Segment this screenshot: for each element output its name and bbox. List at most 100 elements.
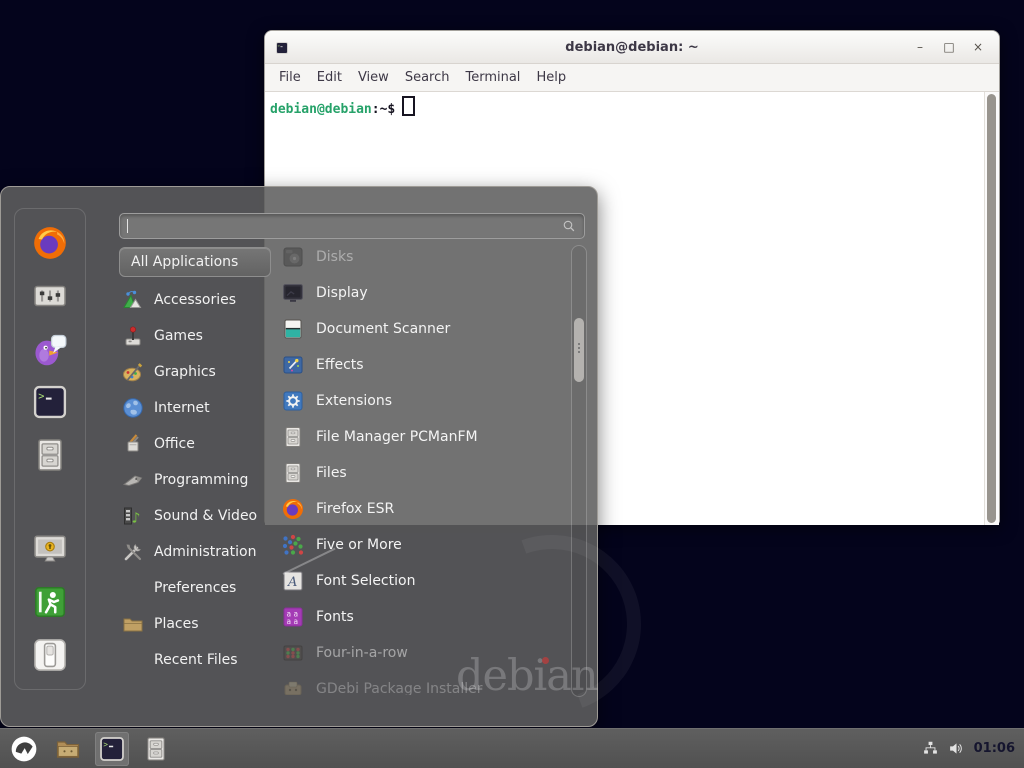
cat-programming-icon bbox=[121, 468, 145, 492]
cat-accessories-icon bbox=[121, 288, 145, 312]
taskbar-button-file-manager[interactable] bbox=[51, 732, 85, 766]
pidgin-icon bbox=[31, 330, 69, 368]
app-item[interactable]: Four-in-a-row bbox=[281, 635, 565, 671]
window-title: debian@debian: ~ bbox=[265, 40, 999, 55]
search-bar[interactable] bbox=[119, 213, 585, 239]
app-label: File Manager PCManFM bbox=[316, 429, 478, 445]
menu-scrollbar-thumb[interactable] bbox=[574, 318, 584, 382]
menubar-item[interactable]: View bbox=[350, 67, 397, 88]
menu-scrollbar[interactable] bbox=[571, 245, 587, 697]
terminal-menubar: FileEditViewSearchTerminalHelp bbox=[265, 64, 999, 92]
category-item[interactable]: Internet bbox=[119, 390, 271, 426]
favorite-button-terminal[interactable]: > bbox=[31, 383, 69, 421]
category-list: All Applications AccessoriesGamesGraphics… bbox=[119, 247, 271, 678]
disks-icon bbox=[281, 245, 305, 269]
fonts-icon: a aa a bbox=[281, 605, 305, 629]
category-item[interactable]: Office bbox=[119, 426, 271, 462]
app-item[interactable]: Display bbox=[281, 275, 565, 311]
file-cabinet-icon bbox=[281, 425, 305, 449]
firefox-icon bbox=[31, 224, 69, 262]
app-item[interactable]: Firefox ESR bbox=[281, 491, 565, 527]
svg-text:♪: ♪ bbox=[132, 511, 141, 527]
menubar-item[interactable]: Edit bbox=[309, 67, 350, 88]
terminal-scrollbar-thumb[interactable] bbox=[987, 94, 996, 523]
maximize-button[interactable]: □ bbox=[942, 31, 956, 63]
settings-panel-icon bbox=[31, 277, 69, 315]
category-label: All Applications bbox=[131, 254, 238, 270]
terminal-scrollbar[interactable] bbox=[984, 92, 999, 525]
app-label: Extensions bbox=[316, 393, 392, 409]
volume-icon[interactable] bbox=[948, 740, 965, 757]
favorites-sidebar: > bbox=[14, 208, 86, 690]
app-label: Effects bbox=[316, 357, 364, 373]
extensions-icon bbox=[281, 389, 305, 413]
cat-admin-icon bbox=[121, 540, 145, 564]
svg-text:>: > bbox=[38, 390, 44, 402]
app-item[interactable]: AFont Selection bbox=[281, 563, 565, 599]
category-item[interactable]: Accessories bbox=[119, 282, 271, 318]
app-item[interactable]: Disks bbox=[281, 239, 565, 275]
menubar-item[interactable]: Terminal bbox=[457, 67, 528, 88]
favorite-button-firefox[interactable] bbox=[31, 224, 69, 262]
search-input[interactable] bbox=[132, 218, 557, 235]
app-item[interactable]: Extensions bbox=[281, 383, 565, 419]
application-list: Disks Display Document Scanner Effects Exten… bbox=[281, 239, 565, 695]
network-icon[interactable] bbox=[922, 740, 939, 757]
app-label: Disks bbox=[316, 249, 353, 265]
app-item[interactable]: Files bbox=[281, 455, 565, 491]
taskbar-button-files[interactable] bbox=[139, 732, 173, 766]
menubar-item[interactable]: File bbox=[271, 67, 309, 88]
category-label: Recent Files bbox=[154, 652, 238, 668]
app-item[interactable]: Effects bbox=[281, 347, 565, 383]
logout-icon bbox=[31, 583, 69, 621]
favorite-button-settings[interactable] bbox=[31, 277, 69, 315]
category-item[interactable]: Games bbox=[119, 318, 271, 354]
app-item[interactable]: Five or More bbox=[281, 527, 565, 563]
category-label: Office bbox=[154, 436, 195, 452]
category-item[interactable]: Recent Files bbox=[119, 642, 271, 678]
menubar-item[interactable]: Help bbox=[528, 67, 574, 88]
app-item[interactable]: Document Scanner bbox=[281, 311, 565, 347]
category-item[interactable]: Graphics bbox=[119, 354, 271, 390]
firefox-icon bbox=[281, 497, 305, 521]
prompt-user: debian@debian bbox=[270, 102, 372, 117]
favorite-button-shutdown[interactable] bbox=[31, 636, 69, 674]
category-label: Internet bbox=[154, 400, 210, 416]
category-label: Sound & Video bbox=[154, 508, 257, 524]
scrollbar-grip bbox=[578, 347, 580, 349]
app-label: Document Scanner bbox=[316, 321, 450, 337]
taskbar-button-menu[interactable] bbox=[7, 732, 41, 766]
favorite-button-pidgin[interactable] bbox=[31, 330, 69, 368]
cat-office-icon bbox=[121, 432, 145, 456]
menubar-item[interactable]: Search bbox=[397, 67, 458, 88]
close-button[interactable]: × bbox=[971, 31, 985, 63]
display-icon bbox=[281, 281, 305, 305]
folder-icon bbox=[54, 735, 82, 763]
category-item[interactable]: Administration bbox=[119, 534, 271, 570]
app-label: Firefox ESR bbox=[316, 501, 394, 517]
favorite-button-logout[interactable] bbox=[31, 583, 69, 621]
category-item[interactable]: Places bbox=[119, 606, 271, 642]
app-item[interactable]: File Manager PCManFM bbox=[281, 419, 565, 455]
shell-prompt: debian@debian:~$ bbox=[270, 102, 395, 117]
category-label: Administration bbox=[154, 544, 256, 560]
clock[interactable]: 01:06 bbox=[974, 741, 1017, 756]
app-label: Files bbox=[316, 465, 347, 481]
favorite-button-lock-screen[interactable] bbox=[31, 530, 69, 568]
app-label: Display bbox=[316, 285, 368, 301]
svg-text:A: A bbox=[287, 575, 297, 590]
app-item[interactable]: a aa aFonts bbox=[281, 599, 565, 635]
app-item[interactable]: GDebi Package Installer bbox=[281, 671, 565, 695]
terminal-titlebar[interactable]: debian@debian: ~ > – □ × bbox=[265, 31, 999, 64]
category-item[interactable]: ♪ Sound & Video bbox=[119, 498, 271, 534]
gdebi-icon bbox=[281, 677, 305, 695]
category-item[interactable]: Preferences bbox=[119, 570, 271, 606]
system-tray: 01:06 bbox=[922, 740, 1017, 757]
minimize-button[interactable]: – bbox=[913, 31, 927, 63]
category-item[interactable]: Programming bbox=[119, 462, 271, 498]
four-in-a-row-icon bbox=[281, 641, 305, 665]
category-item[interactable]: All Applications bbox=[119, 247, 271, 277]
favorite-button-files[interactable] bbox=[31, 436, 69, 474]
menu-logo-icon bbox=[10, 735, 38, 763]
taskbar-button-terminal[interactable]: > bbox=[95, 732, 129, 766]
